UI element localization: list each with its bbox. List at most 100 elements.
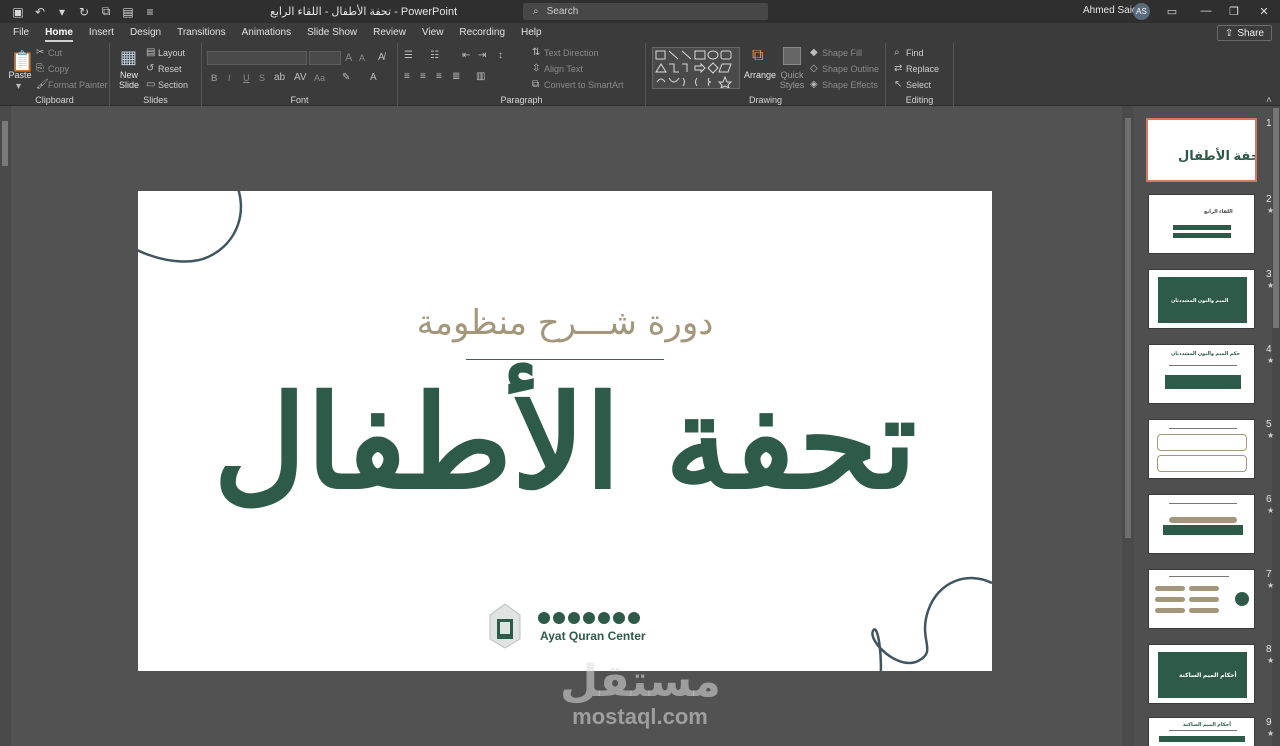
tab-home[interactable]: Home	[37, 23, 81, 43]
section-button[interactable]: Section	[158, 80, 188, 90]
avatar[interactable]: AS	[1133, 3, 1150, 20]
underline-button[interactable]: U	[243, 73, 250, 83]
thumbnail-card[interactable]	[1148, 569, 1255, 629]
present-icon[interactable]: ▤	[118, 3, 138, 21]
decrease-indent-icon[interactable]: ⇤	[462, 50, 470, 61]
text-direction-button[interactable]: Text Direction	[544, 48, 599, 58]
select-button[interactable]: Select	[906, 80, 931, 90]
minimize-icon[interactable]: —	[1196, 2, 1216, 20]
align-left-icon[interactable]: ≡	[404, 71, 410, 82]
start-from-beginning-icon[interactable]: ⧉	[96, 3, 116, 21]
quick-styles-button[interactable]: Quick Styles	[776, 70, 808, 90]
copy-button[interactable]: Copy	[48, 64, 69, 74]
current-slide[interactable]: دورة شـــرح منظومة تحفة الأطفال Ayat Qur…	[138, 191, 992, 671]
thumbnail-title: أحكام الميم الساكنة	[1183, 722, 1231, 728]
thumbnail-card[interactable]: اللقاء الرابع	[1148, 194, 1255, 254]
thumbnail-card[interactable]: تحفة الأطفال	[1146, 118, 1257, 182]
new-slide-button[interactable]: New Slide	[114, 70, 144, 90]
shape-effects-button[interactable]: Shape Effects	[822, 80, 878, 90]
thumbnail-card[interactable]: أحكام الميم الساكنة	[1148, 717, 1255, 746]
align-right-icon[interactable]: ≡	[436, 71, 442, 82]
messenger-icon	[553, 612, 565, 624]
paste-button[interactable]: Paste	[6, 70, 34, 80]
convert-smartart-button[interactable]: Convert to SmartArt	[544, 80, 624, 90]
font-color-icon[interactable]: A	[370, 72, 377, 83]
undo-icon[interactable]: ↶	[30, 3, 50, 21]
line-spacing-icon[interactable]: ↕	[498, 50, 503, 61]
highlight-icon[interactable]: ✎	[342, 72, 350, 83]
scrollbar-thumb[interactable]	[1273, 108, 1279, 328]
tab-file[interactable]: File	[5, 23, 37, 43]
reset-button[interactable]: Reset	[158, 64, 182, 74]
thumbnails-scrollbar[interactable]	[1272, 106, 1280, 746]
thumbnail-card[interactable]: حكم الميم والنون المشددتان	[1148, 344, 1255, 404]
thumbnail-line	[1169, 503, 1237, 504]
bottom-right-curve	[871, 576, 992, 671]
thumbnail-title: أحكام الميم الساكنة	[1179, 673, 1237, 679]
search-input[interactable]: ⌕ Search	[523, 3, 768, 20]
arrange-button[interactable]: Arrange	[744, 70, 776, 80]
shape-outline-button[interactable]: Shape Outline	[822, 64, 879, 74]
strikethrough-icon[interactable]: ab	[274, 72, 285, 83]
tab-transitions[interactable]: Transitions	[169, 23, 234, 43]
editor-left-scrollbar[interactable]	[0, 106, 11, 746]
ribbon-display-options-icon[interactable]: ▭	[1162, 2, 1182, 20]
tab-insert[interactable]: Insert	[81, 23, 122, 43]
thumbnail-card[interactable]	[1148, 419, 1255, 479]
collapse-ribbon-icon[interactable]: ˄	[1266, 95, 1272, 106]
shape-fill-button[interactable]: Shape Fill	[822, 48, 862, 58]
editor-right-scrollbar[interactable]	[1122, 106, 1134, 746]
tab-recording[interactable]: Recording	[451, 23, 513, 43]
align-text-button[interactable]: Align Text	[544, 64, 583, 74]
thumbnail-card[interactable]: أحكام الميم الساكنة	[1148, 644, 1255, 704]
customize-qat-icon[interactable]: ≡	[140, 3, 160, 21]
user-name[interactable]: Ahmed Said	[1083, 5, 1137, 16]
increase-font-size-button[interactable]: A	[345, 52, 352, 64]
shadow-button[interactable]: S	[259, 73, 265, 83]
share-button[interactable]: ⇪ Share	[1216, 25, 1272, 41]
layout-button[interactable]: Layout	[158, 48, 185, 58]
columns-icon[interactable]: ▥	[476, 71, 485, 82]
font-size-select[interactable]	[309, 51, 341, 65]
save-icon[interactable]: ▣	[8, 3, 28, 21]
close-icon[interactable]: ✕	[1254, 2, 1274, 20]
tab-view[interactable]: View	[414, 23, 452, 43]
scrollbar-thumb[interactable]	[1125, 118, 1131, 538]
slide-thumbnails-pane[interactable]: تحفة الأطفال 1 اللقاء الرابع 2 ★ الميم و…	[1135, 106, 1280, 746]
thumbnail-title: الميم والنون المشددتان	[1171, 298, 1229, 304]
tab-animations[interactable]: Animations	[234, 23, 299, 43]
tab-design[interactable]: Design	[122, 23, 169, 43]
bullets-icon[interactable]: ☰	[404, 50, 413, 61]
thumbnail-card[interactable]: الميم والنون المشددتان	[1148, 269, 1255, 329]
align-center-icon[interactable]: ≡	[420, 71, 426, 82]
tab-help[interactable]: Help	[513, 23, 550, 43]
paste-dropdown-icon[interactable]: ▾	[16, 81, 21, 92]
replace-button[interactable]: Replace	[906, 64, 939, 74]
numbering-icon[interactable]: ☷	[430, 50, 439, 61]
bold-button[interactable]: B	[211, 73, 218, 83]
quick-styles-icon[interactable]	[783, 47, 801, 65]
justify-icon[interactable]: ≣	[452, 71, 460, 82]
restore-icon[interactable]: ❐	[1224, 2, 1244, 20]
clear-formatting-icon[interactable]: A̸	[378, 52, 385, 63]
decrease-font-size-button[interactable]: A	[359, 53, 365, 63]
tab-review[interactable]: Review	[365, 23, 414, 43]
scrollbar-thumb[interactable]	[2, 121, 8, 166]
align-text-icon: ⇳	[532, 63, 541, 74]
arrange-icon[interactable]: ⧉	[752, 47, 763, 65]
undo-dropdown-icon[interactable]: ▾	[52, 3, 72, 21]
format-painter-button[interactable]: Format Painter	[48, 80, 108, 90]
share-label: Share	[1237, 27, 1264, 39]
find-button[interactable]: Find	[906, 48, 924, 58]
increase-indent-icon[interactable]: ⇥	[478, 50, 486, 61]
thumbnail-card[interactable]	[1148, 494, 1255, 554]
change-case-button[interactable]: Aa	[314, 73, 325, 83]
redo-icon[interactable]: ↻	[74, 3, 94, 21]
tab-slide-show[interactable]: Slide Show	[299, 23, 365, 43]
new-slide-icon[interactable]: ▦	[120, 47, 137, 68]
font-name-select[interactable]	[207, 51, 307, 65]
italic-button[interactable]: I	[228, 73, 231, 83]
character-spacing-icon[interactable]: AV	[294, 72, 307, 83]
cut-button[interactable]: Cut	[48, 48, 62, 58]
shapes-gallery[interactable]	[652, 47, 740, 89]
